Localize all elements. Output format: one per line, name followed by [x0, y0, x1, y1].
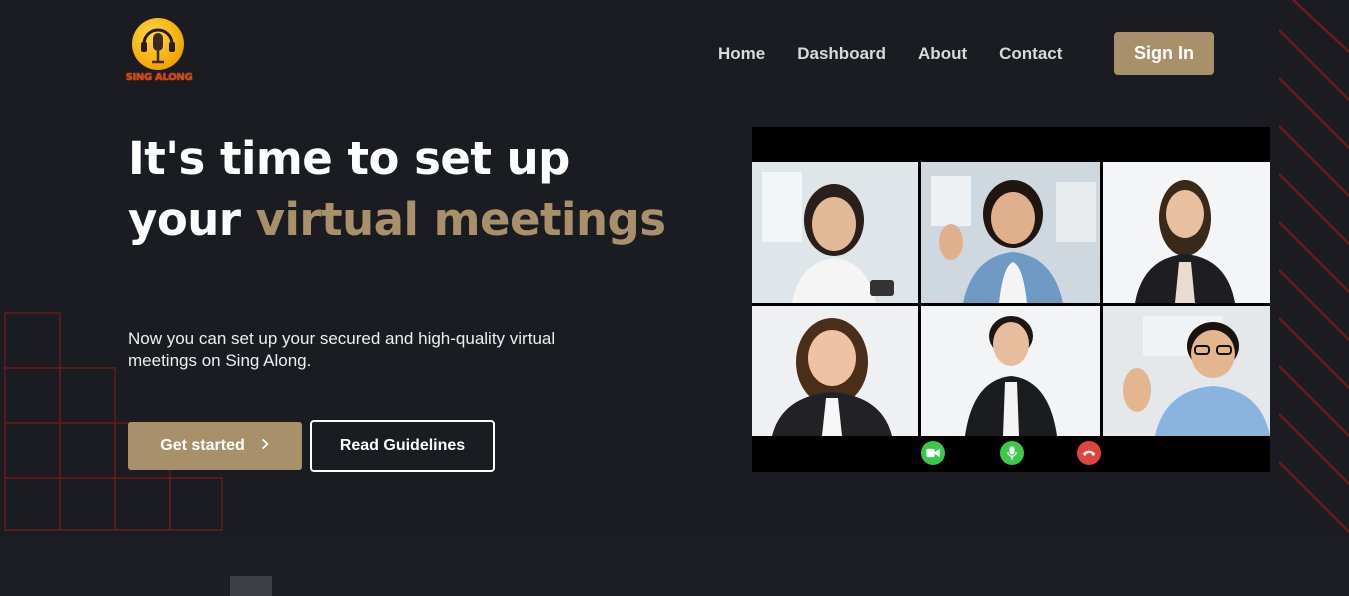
participant-tile [921, 162, 1100, 303]
microphone-icon[interactable] [1000, 441, 1024, 465]
participant-avatar [752, 162, 918, 303]
participant-tile [1103, 306, 1270, 436]
nav-dashboard[interactable]: Dashboard [797, 44, 886, 64]
nav-about[interactable]: About [918, 44, 967, 64]
main-nav: Home Dashboard About Contact [718, 32, 1094, 75]
read-guidelines-button[interactable]: Read Guidelines [310, 420, 495, 472]
next-section [0, 536, 1349, 596]
video-camera-icon[interactable] [921, 441, 945, 465]
scroll-indicator [230, 576, 272, 596]
call-controls [752, 436, 1270, 472]
participant-tile [752, 306, 918, 436]
participant-tile [921, 306, 1100, 436]
video-call-illustration [752, 127, 1270, 472]
participant-avatar [752, 306, 918, 436]
hero-section: SING ALONG Home Dashboard About Contact … [0, 0, 1349, 536]
decorative-stripes [1279, 0, 1349, 533]
sign-in-button[interactable]: Sign In [1114, 32, 1214, 75]
participant-avatar [921, 162, 1100, 303]
microphone-headphones-icon [141, 28, 175, 64]
logo-emblem [132, 18, 184, 70]
participant-avatar [1103, 306, 1270, 436]
chevron-right-icon [261, 437, 270, 455]
brand-logo[interactable]: SING ALONG [121, 18, 197, 88]
nav-home[interactable]: Home [718, 44, 765, 64]
participant-tile [1103, 162, 1270, 303]
participant-avatar [921, 306, 1100, 436]
end-call-icon[interactable] [1077, 441, 1101, 465]
participant-grid [752, 162, 1270, 436]
logo-text: SING ALONG [125, 72, 193, 83]
get-started-label: Get started [160, 437, 245, 454]
participant-tile [752, 162, 918, 303]
participant-avatar [1103, 162, 1270, 303]
nav-contact[interactable]: Contact [999, 44, 1062, 64]
hero-subtext: Now you can set up your secured and high… [128, 329, 556, 370]
hero-headline: It's time to set up your virtual meeting… [128, 128, 688, 250]
headline-accent: virtual meetings [255, 193, 666, 246]
get-started-button[interactable]: Get started [128, 422, 302, 470]
